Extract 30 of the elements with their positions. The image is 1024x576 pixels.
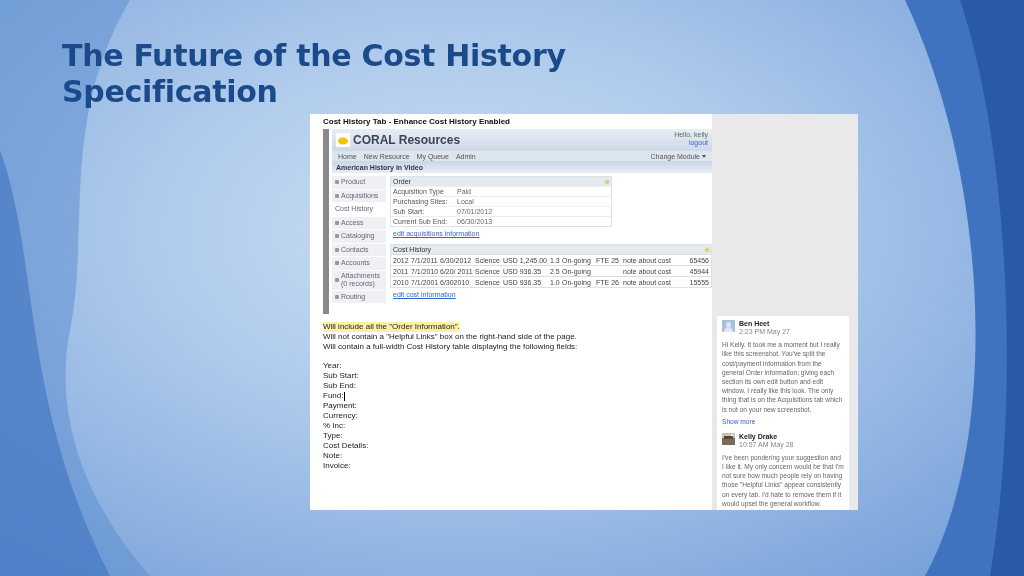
square-icon <box>335 220 339 225</box>
field-name: Note: <box>323 451 343 461</box>
field-name: Year: <box>323 361 342 371</box>
square-icon <box>335 247 339 252</box>
field-name: Payment: <box>323 401 357 411</box>
avatar-icon <box>722 320 735 333</box>
field-name: Currency: <box>323 411 358 421</box>
square-icon <box>335 294 339 299</box>
square-icon <box>335 261 339 266</box>
edit-icon[interactable] <box>604 178 610 185</box>
logo-icon <box>336 133 350 147</box>
field-name: Cost Details: <box>323 441 369 451</box>
square-icon <box>335 193 339 198</box>
field-name: % Inc: <box>323 421 346 431</box>
field-name: Fund: <box>323 391 344 401</box>
field-name: Sub Start: <box>323 371 359 381</box>
paragraph: Will not contain a "Helpful Links" box on the right-hand side of the page. <box>323 332 577 342</box>
field-name: Invoice: <box>323 461 351 471</box>
document-heading: Cost History Tab - Enhance Cost History Enabled <box>323 117 511 127</box>
paragraph: Will contain a full-width Cost History table displaying the following fields: <box>323 342 578 352</box>
app-logo: CORAL Resources <box>353 133 461 147</box>
square-icon <box>335 180 339 185</box>
caret-icon <box>702 154 706 158</box>
field-name: Type: <box>323 431 343 441</box>
slide-title: The Future of the Cost History Specification <box>62 38 567 110</box>
square-icon <box>335 234 339 239</box>
paragraph: Will include all the "Order Information". <box>323 322 460 332</box>
edit-icon[interactable] <box>704 246 710 253</box>
field-name: Sub End: <box>323 381 356 391</box>
square-icon <box>335 278 339 282</box>
